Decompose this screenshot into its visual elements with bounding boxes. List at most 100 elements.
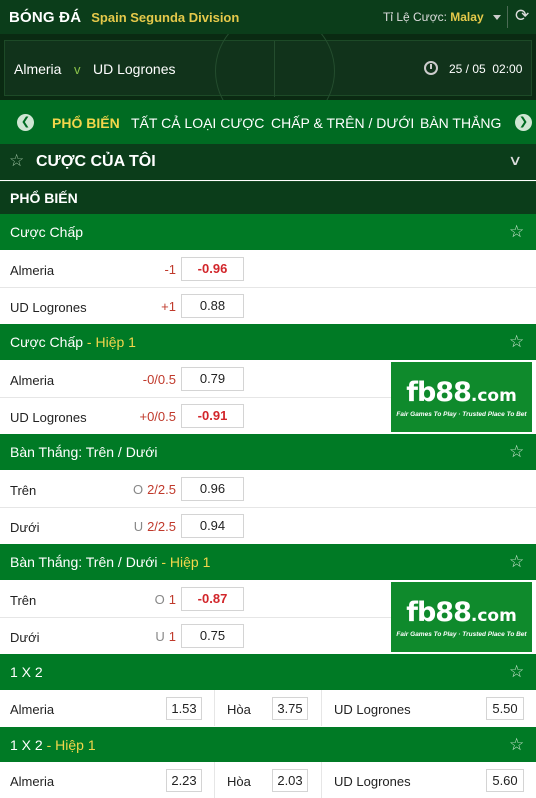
versus-label: v [74, 62, 81, 77]
market-name: Cược Chấp - Hiệp 1 [10, 334, 136, 350]
home-label: Almeria [10, 702, 55, 717]
handicap-line: +0/0.5 [139, 409, 176, 424]
market-header-1x2-h1[interactable]: 1 X 2 - Hiệp 1 ☆ [0, 727, 536, 763]
odds-button[interactable]: -0.91 [181, 404, 244, 428]
goal-line-value: 1 [168, 629, 176, 644]
star-icon: ☆ [9, 151, 25, 170]
odds-button[interactable]: 3.75 [272, 697, 308, 720]
star-icon[interactable]: ☆ [509, 662, 524, 682]
market-name-text: Bàn Thắng: Trên / Dưới [10, 554, 158, 570]
popular-header: PHỔ BIẾN [0, 181, 536, 214]
over-under-marker: O [132, 482, 144, 497]
tab-goals[interactable]: BÀN THẮNG [420, 115, 501, 131]
league-name[interactable]: Spain Segunda Division [91, 10, 239, 25]
chevron-right-icon[interactable]: ❯ [515, 114, 532, 131]
market-header-handicap-h1[interactable]: Cược Chấp - Hiệp 1 ☆ [0, 324, 536, 360]
goal-line: O 2/2.5 [106, 482, 176, 497]
market-header-1x2[interactable]: 1 X 2 ☆ [0, 654, 536, 690]
market-header-handicap[interactable]: Cược Chấp ☆ [0, 214, 536, 250]
odds-button[interactable]: 0.75 [181, 624, 244, 648]
star-icon[interactable]: ☆ [509, 222, 524, 242]
fb88-ad-banner[interactable]: fb88.com Fair Games To Play · Trusted Pl… [391, 582, 532, 652]
handicap-line: -1 [164, 262, 176, 277]
over-under-marker: U [155, 629, 165, 644]
away-team: UD Logrones [93, 61, 176, 77]
draw-label: Hòa [227, 774, 251, 789]
odds-type-value: Malay [450, 10, 484, 24]
top-bar: BÓNG ĐÁ Spain Segunda Division Tỉ Lệ Cượ… [0, 0, 536, 34]
odds-button[interactable]: 0.94 [181, 514, 244, 538]
odds-button[interactable]: 1.53 [166, 697, 202, 720]
home-team: Almeria [14, 61, 62, 77]
divider [214, 690, 215, 726]
match-header: Almeria v UD Logrones 25 / 05 02:00 [0, 34, 536, 100]
star-icon[interactable]: ☆ [509, 735, 524, 755]
goal-line-value: 2/2.5 [147, 482, 176, 497]
fb88-logo: fb88.com [391, 597, 532, 628]
selection-name: Trên [10, 593, 37, 608]
odds-button[interactable]: -0.96 [181, 257, 244, 281]
odds-button[interactable]: 2.03 [272, 769, 308, 792]
half-label: - Hiệp 1 [157, 554, 211, 570]
ad-brand: fb88 [406, 597, 472, 628]
home-label: Almeria [10, 774, 55, 789]
divider [507, 6, 508, 28]
goal-line: O1 [106, 592, 176, 607]
team-name: Almeria [10, 263, 55, 278]
my-bets-header[interactable]: ☆ CƯỢC CỦA TÔI ∨ [0, 144, 536, 180]
market-header-over-under[interactable]: Bàn Thắng: Trên / Dưới ☆ [0, 434, 536, 470]
star-icon[interactable]: ☆ [509, 442, 524, 462]
bet-row: Almeria -1 -0.96 [0, 251, 536, 287]
divider [321, 690, 322, 726]
market-tabs: ❮ PHỔ BIẾN TẤT CẢ LOẠI CƯỢC CHẤP & TRÊN … [0, 100, 536, 144]
odds-button[interactable]: 0.96 [181, 477, 244, 501]
over-under-marker: O [154, 592, 165, 607]
ad-domain: .com [470, 606, 517, 626]
tab-handicap-over-under[interactable]: CHẤP & TRÊN / DƯỚI [271, 115, 414, 131]
goal-line-value: 1 [168, 592, 176, 607]
tab-popular[interactable]: PHỔ BIẾN [52, 115, 120, 131]
star-icon[interactable]: ☆ [509, 552, 524, 572]
popular-title: PHỔ BIẾN [10, 190, 78, 206]
odds-button[interactable]: -0.87 [181, 587, 244, 611]
away-label: UD Logrones [334, 774, 411, 789]
fb88-ad-banner[interactable]: fb88.com Fair Games To Play · Trusted Pl… [391, 362, 532, 432]
odds-button[interactable]: 5.60 [486, 769, 524, 792]
market-name: 1 X 2 [10, 664, 43, 680]
chevron-down-icon[interactable]: ∨ [508, 152, 522, 169]
bet-row: UD Logrones +1 0.88 [0, 288, 536, 324]
goal-line: U 2/2.5 [106, 519, 176, 534]
away-label: UD Logrones [334, 702, 411, 717]
odds-button[interactable]: 2.23 [166, 769, 202, 792]
market-name: Cược Chấp [10, 224, 84, 240]
team-name: UD Logrones [10, 300, 87, 315]
selection-name: Trên [10, 483, 37, 498]
odds-button[interactable]: 5.50 [486, 697, 524, 720]
clock-icon [424, 61, 438, 75]
market-header-over-under-h1[interactable]: Bàn Thắng: Trên / Dưới - Hiệp 1 ☆ [0, 544, 536, 580]
tab-all-bets[interactable]: TẤT CẢ LOẠI CƯỢC [131, 115, 264, 131]
pitch-center-circle [215, 34, 335, 100]
star-icon[interactable]: ☆ [509, 332, 524, 352]
market-name: Bàn Thắng: Trên / Dưới - Hiệp 1 [10, 554, 210, 570]
selection-name: Dưới [10, 520, 40, 535]
draw-label: Hòa [227, 702, 251, 717]
odds-type-selector[interactable]: Tỉ Lệ Cược: Malay [383, 10, 501, 24]
team-name: Almeria [10, 373, 55, 388]
handicap-line: +1 [161, 299, 176, 314]
half-label: - Hiệp 1 [83, 334, 136, 350]
market-name: Bàn Thắng: Trên / Dưới [10, 444, 158, 460]
over-under-marker: U [133, 519, 144, 534]
divider [321, 762, 322, 798]
ad-domain: .com [470, 386, 517, 406]
odds-button[interactable]: 0.88 [181, 294, 244, 318]
chevron-left-icon[interactable]: ❮ [17, 114, 34, 131]
divider [214, 762, 215, 798]
goal-line: U1 [106, 629, 176, 644]
odds-button[interactable]: 0.79 [181, 367, 244, 391]
bet-row-1x2: Almeria 2.23 Hòa 2.03 UD Logrones 5.60 [0, 762, 536, 798]
ad-brand: fb88 [406, 377, 472, 408]
sport-title[interactable]: BÓNG ĐÁ [9, 9, 81, 26]
refresh-icon[interactable]: ⟳ [515, 6, 529, 26]
ad-tagline: Fair Games To Play · Trusted Place To Be… [396, 631, 527, 638]
